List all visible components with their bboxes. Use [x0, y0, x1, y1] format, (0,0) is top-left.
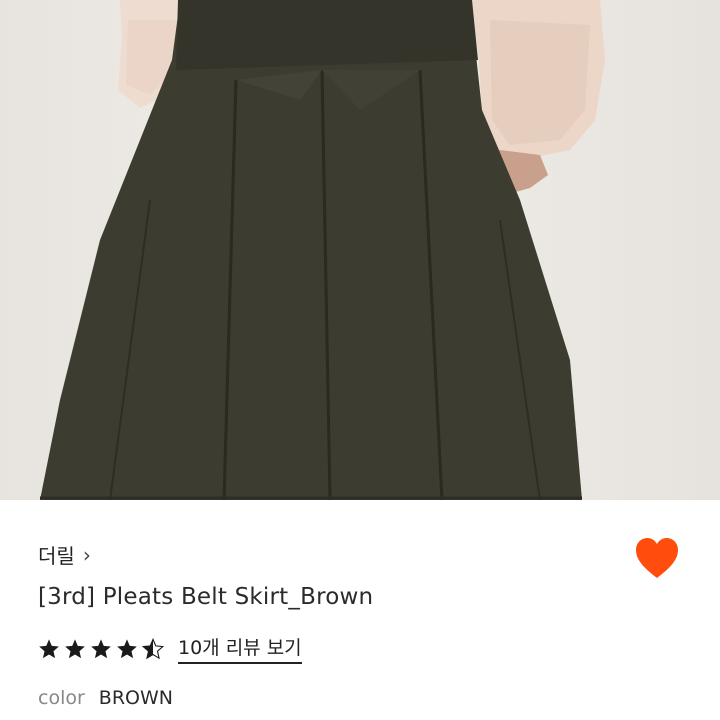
rating-stars [38, 637, 164, 660]
star-icon [117, 638, 137, 658]
skirt-photo-illustration [40, 0, 605, 500]
brand-name: 더릴 [38, 544, 75, 568]
brand-link[interactable]: 더릴 › [38, 540, 91, 569]
star-icon [39, 638, 59, 658]
product-photo[interactable] [0, 0, 720, 500]
option-value: BROWN [98, 687, 173, 709]
reviews-link[interactable]: 10개 리뷰 보기 [178, 633, 302, 664]
option-label: color [38, 687, 85, 709]
product-info-panel: 더릴 › [3rd] Pleats Belt Skirt_Brown 10개 리… [0, 500, 720, 720]
product-title: [3rd] Pleats Belt Skirt_Brown [38, 584, 374, 610]
star-icon [65, 638, 85, 658]
chevron-right-icon: › [82, 542, 91, 567]
star-icon [91, 638, 111, 658]
rating-row: 10개 리뷰 보기 [38, 633, 302, 664]
option-row: color BROWN [38, 687, 173, 709]
heart-icon [636, 538, 678, 578]
wishlist-button[interactable] [634, 536, 680, 580]
star-half-icon [142, 637, 164, 659]
